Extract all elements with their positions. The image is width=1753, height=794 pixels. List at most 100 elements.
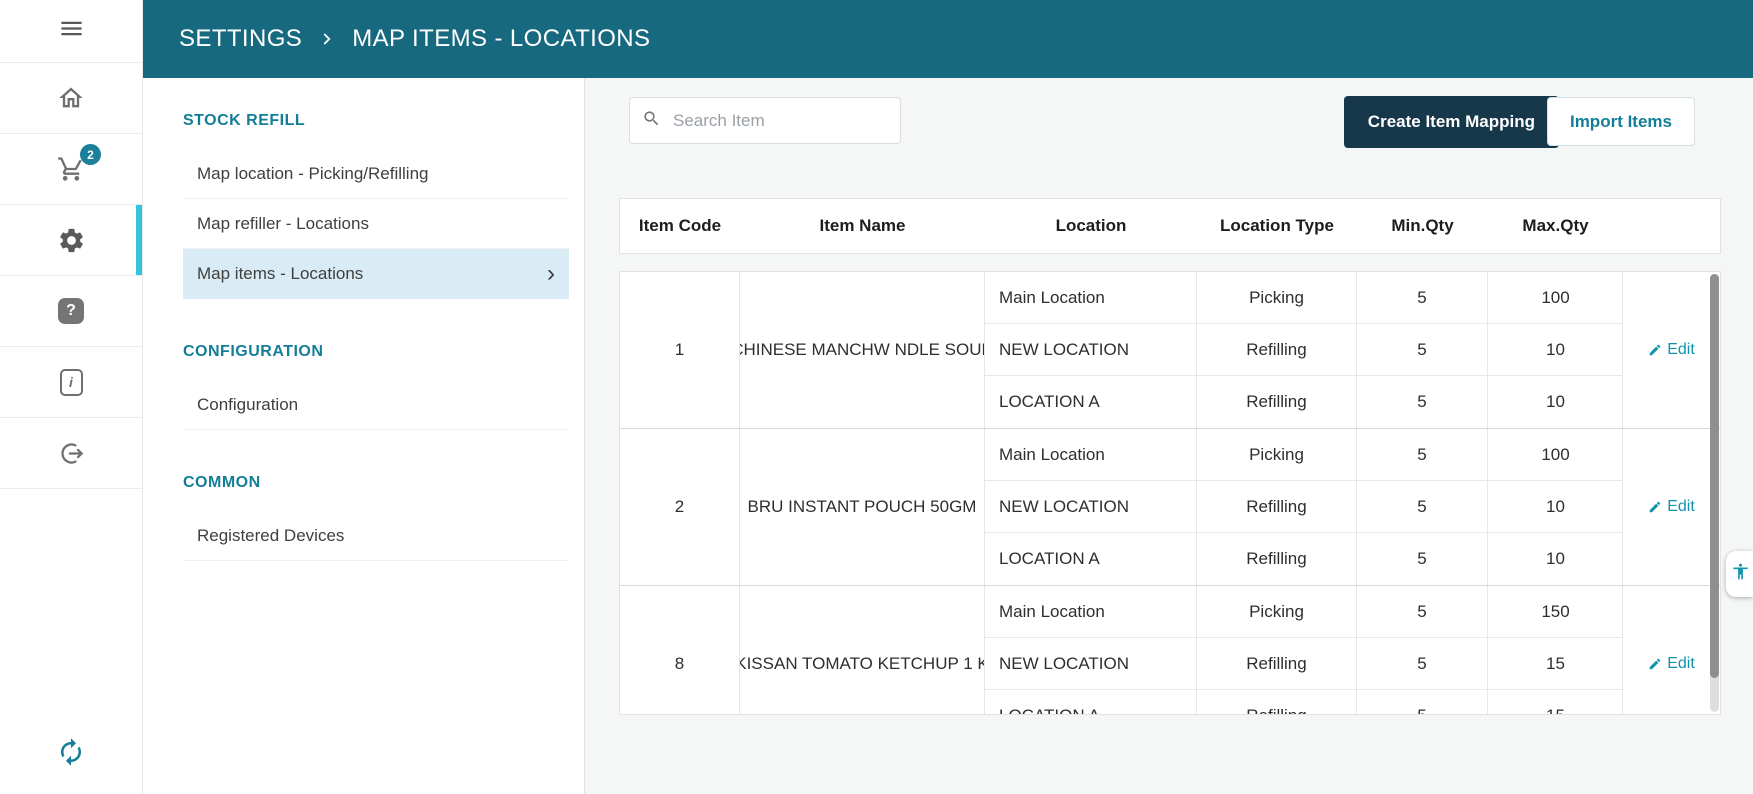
location-type-cell: Refilling [1197,481,1357,532]
max-qty-cell: 100 [1541,444,1570,464]
app-root: 2 ? i SETTINGS MAP ITEMS - LOCATIONS STO… [0,0,1753,794]
notification-badge: 2 [80,144,101,165]
location-cell: NEW LOCATION [985,481,1197,532]
location-row: Main Location Picking 5 150 [985,586,1622,638]
min-qty-cell: 5 [1357,481,1488,532]
search-box[interactable] [629,97,901,144]
edit-button[interactable]: Edit [1648,341,1695,359]
edit-button[interactable]: Edit [1648,655,1695,673]
location-cell: Main Location [985,272,1197,323]
item-code-cell: 8 [620,586,740,714]
max-qty-cell: 100 [1541,287,1570,307]
rail-item-info[interactable]: i [0,347,142,418]
breadcrumb-settings[interactable]: SETTINGS [179,25,302,53]
icon-rail: 2 ? i [0,0,143,794]
min-qty-cell: 5 [1357,533,1488,585]
accessibility-widget[interactable] [1726,551,1753,597]
edit-button[interactable]: Edit [1648,498,1695,516]
edit-cell: Edit [1623,272,1720,428]
column-header-location-type: Location Type [1220,216,1334,235]
import-items-button[interactable]: Import Items [1546,97,1695,146]
top-header: SETTINGS MAP ITEMS - LOCATIONS [143,0,1753,78]
location-cell: LOCATION A [985,376,1197,428]
nav-items: Configuration › [183,380,569,430]
location-type-cell: Refilling [1197,690,1357,714]
main-content: Create Item Mapping Import Items Item Co… [585,78,1753,794]
search-icon [642,109,661,133]
hamburger-menu-icon [58,15,85,47]
table-rows: 1 CHINESE MANCHW NDLE SOUP Main Location… [620,272,1720,714]
nav-item-label: Map items - Locations [197,263,364,283]
table-scrollbar[interactable] [1710,274,1719,712]
chevron-right-icon: › [547,259,555,287]
item-group-row-1: 1 CHINESE MANCHW NDLE SOUP Main Location… [620,272,1720,429]
nav-item-map-refiller-locations[interactable]: Map refiller - Locations › [183,199,569,249]
location-row: NEW LOCATION Refilling 5 10 [985,324,1622,376]
sync-button[interactable] [0,737,142,772]
rail-item-logout[interactable] [0,418,142,489]
rail-item-settings[interactable] [0,205,142,276]
min-qty-cell: 5 [1357,690,1488,714]
nav-item-label: Configuration [197,394,299,414]
location-row: Main Location Picking 5 100 [985,429,1622,481]
location-row: NEW LOCATION Refilling 5 10 [985,481,1622,533]
column-header-location: Location [1055,216,1127,235]
settings-gear-icon [57,226,86,255]
max-qty-cell: 10 [1546,496,1565,516]
nav-item-map-items-locations[interactable]: Map items - Locations › [183,249,569,299]
rail-item-help[interactable]: ? [0,276,142,347]
search-input[interactable] [671,109,888,132]
location-cell: NEW LOCATION [985,638,1197,689]
location-type-cell: Refilling [1197,376,1357,428]
nav-item-map-location-picking-refilling[interactable]: Map location - Picking/Refilling › [183,149,569,199]
min-qty-cell: 5 [1357,324,1488,375]
edit-label: Edit [1667,498,1695,515]
min-qty-cell: 5 [1357,638,1488,689]
location-row: LOCATION A Refilling 5 10 [985,376,1622,428]
location-row: LOCATION A Refilling 5 10 [985,533,1622,585]
column-header-max-qty: Max.Qty [1522,216,1589,235]
item-name-cell: KISSAN TOMATO KETCHUP 1 K [740,586,985,714]
nav-section-heading: COMMON [183,474,261,491]
min-qty-cell: 5 [1357,429,1488,480]
nav-section-heading: STOCK REFILL [183,112,306,129]
sync-icon [56,737,86,772]
nav-item-configuration[interactable]: Configuration › [183,380,569,430]
nav-section-common: COMMON Registered Devices › [183,474,569,561]
nav-section-heading: CONFIGURATION [183,343,324,360]
max-qty-cell: 10 [1546,392,1565,411]
location-type-cell: Refilling [1197,324,1357,375]
nav-items: Map location - Picking/Refilling › Map r… [183,149,569,299]
column-header-item-name: Item Name [819,216,906,235]
edit-label: Edit [1667,341,1695,358]
accessibility-icon [1731,562,1750,586]
location-cell: LOCATION A [985,533,1197,585]
rail-item-stock-orders[interactable]: 2 [0,134,142,205]
menu-button[interactable] [0,0,142,63]
nav-item-label: Map location - Picking/Refilling [197,163,429,183]
location-rows: Main Location Picking 5 100 NEW LOCATION… [985,429,1623,585]
nav-section-configuration: CONFIGURATION Configuration › [183,343,569,430]
nav-item-registered-devices[interactable]: Registered Devices › [183,511,569,561]
item-name-cell: BRU INSTANT POUCH 50GM [740,429,985,585]
create-item-mapping-button[interactable]: Create Item Mapping [1343,96,1559,148]
edit-cell: Edit [1623,429,1720,585]
edit-pencil-icon [1649,344,1661,356]
location-type-cell: Picking [1197,586,1357,637]
location-row: NEW LOCATION Refilling 5 15 [985,638,1622,690]
location-rows: Main Location Picking 5 150 NEW LOCATION… [985,586,1623,714]
info-icon: i [59,368,83,396]
scrollbar-thumb[interactable] [1710,274,1719,678]
logout-icon [58,440,85,467]
location-cell: Main Location [985,586,1197,637]
location-row: LOCATION A Refilling 5 15 [985,690,1622,714]
item-code-cell: 1 [620,272,740,428]
item-group-row-8: 8 KISSAN TOMATO KETCHUP 1 K Main Locatio… [620,586,1720,714]
edit-pencil-icon [1649,501,1661,513]
edit-pencil-icon [1649,658,1661,670]
rail-item-home[interactable] [0,63,142,134]
max-qty-cell: 15 [1546,653,1565,673]
nav-items: Registered Devices › [183,511,569,561]
table-header-row: Item Code Item Name Location Location Type M… [619,198,1721,254]
min-qty-cell: 5 [1357,376,1488,428]
